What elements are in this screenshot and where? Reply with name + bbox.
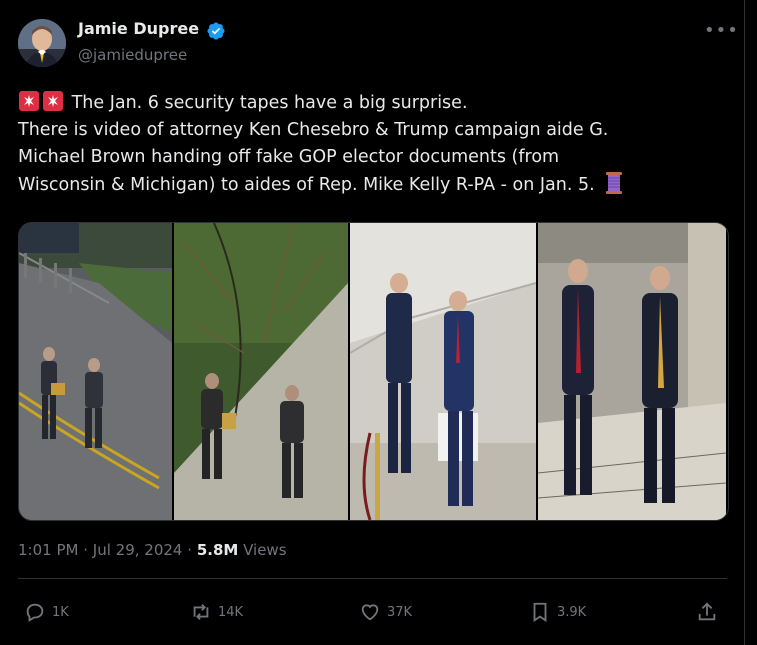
- like-count: 37K: [387, 604, 413, 620]
- siren-emoji: [43, 91, 63, 111]
- media-photo-3[interactable]: [350, 223, 536, 520]
- divider: [18, 578, 727, 579]
- author-handle[interactable]: @jamiedupree: [78, 46, 187, 64]
- verified-badge-icon: [207, 22, 225, 40]
- meta-separator: ·: [83, 541, 89, 559]
- repost-count: 14K: [218, 604, 244, 620]
- views-count: 5.8M: [196, 541, 239, 559]
- timeline-border: [744, 0, 745, 645]
- like-icon: [361, 604, 379, 621]
- media-photo-2[interactable]: [174, 223, 348, 520]
- tweet-line-4-text: Wisconsin & Michigan) to aides of Rep. M…: [18, 175, 595, 195]
- tweet-line-1-text: The Jan. 6 security tapes have a big sur…: [71, 93, 468, 113]
- media-photo-4[interactable]: [538, 223, 726, 520]
- tweet-line-2: There is video of attorney Ken Chesebro …: [18, 120, 609, 140]
- bookmark-button[interactable]: 3.9K: [529, 601, 586, 623]
- share-icon: [698, 602, 716, 621]
- meta-separator: ·: [187, 541, 193, 559]
- more-icon[interactable]: •••: [704, 20, 739, 41]
- reply-icon: [26, 603, 44, 622]
- thread-emoji: [606, 172, 623, 194]
- tweet-line-1: The Jan. 6 security tapes have a big sur…: [18, 90, 733, 117]
- tweet-text: The Jan. 6 security tapes have a big sur…: [18, 90, 733, 199]
- tweet-line-4: Wisconsin & Michigan) to aides of Rep. M…: [18, 171, 733, 199]
- tweet-date[interactable]: Jul 29, 2024: [93, 541, 183, 559]
- siren-emoji: [19, 91, 39, 111]
- repost-button[interactable]: 14K: [190, 601, 243, 623]
- share-button[interactable]: [696, 601, 718, 623]
- avatar[interactable]: [18, 19, 66, 67]
- like-button[interactable]: 37K: [359, 601, 412, 623]
- tweet-meta: 1:01 PM · Jul 29, 2024 · 5.8M Views: [18, 541, 287, 559]
- views-label: Views: [243, 541, 287, 559]
- tweet-time[interactable]: 1:01 PM: [18, 541, 78, 559]
- reply-button[interactable]: 1K: [24, 601, 69, 623]
- tweet-line-3: Michael Brown handing off fake GOP elect…: [18, 147, 560, 167]
- media-photo-1[interactable]: [19, 223, 172, 520]
- bookmark-icon: [533, 602, 547, 622]
- author-name[interactable]: Jamie Dupree: [78, 19, 199, 38]
- reply-count: 1K: [52, 604, 69, 620]
- bookmark-count: 3.9K: [557, 604, 587, 620]
- repost-icon: [193, 604, 209, 620]
- media-grid[interactable]: [18, 222, 729, 521]
